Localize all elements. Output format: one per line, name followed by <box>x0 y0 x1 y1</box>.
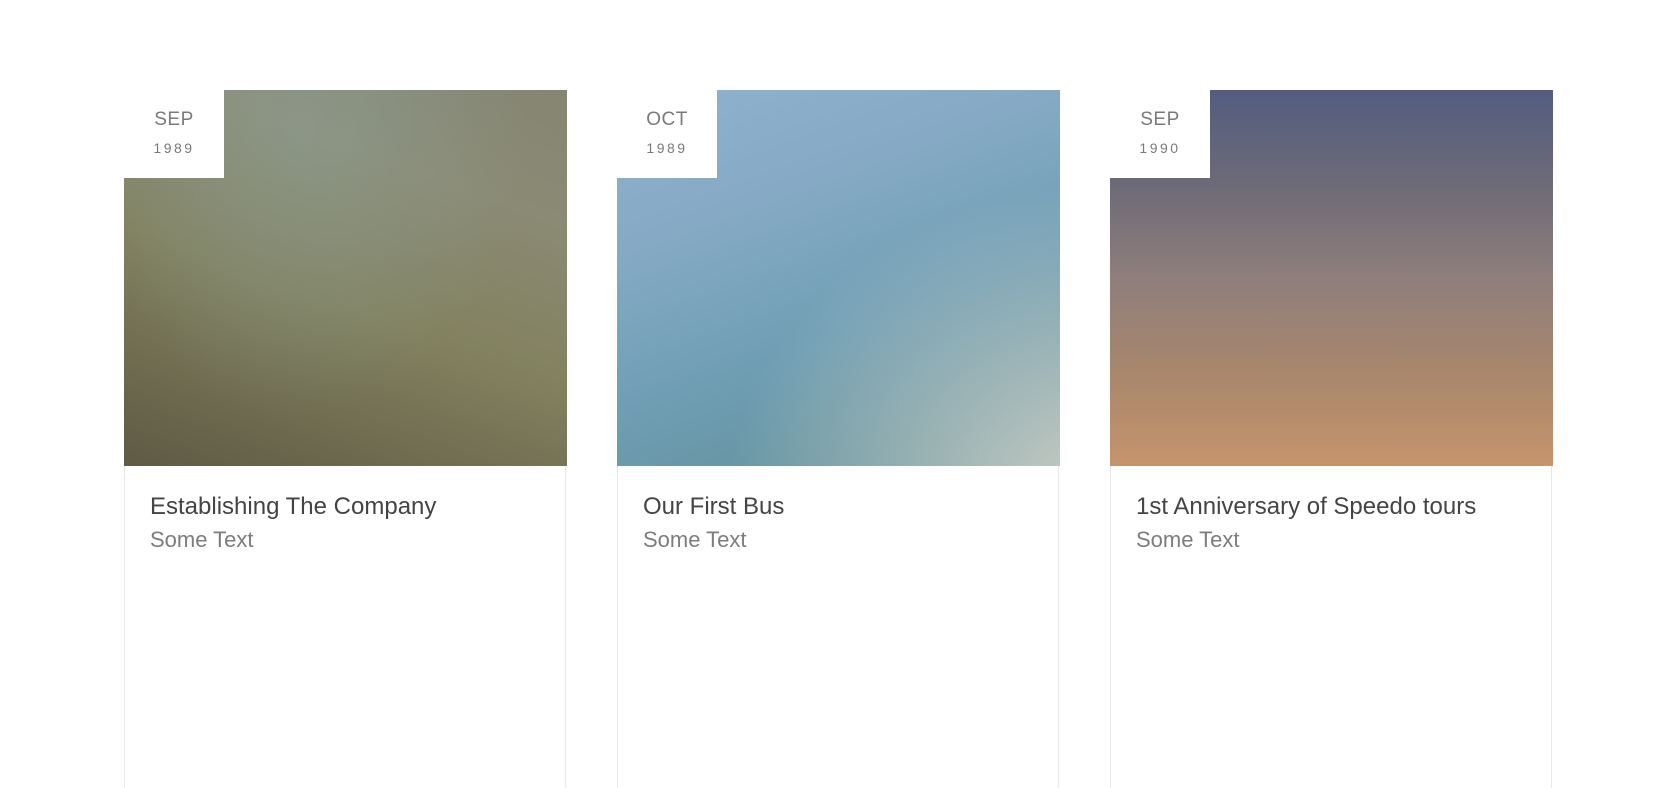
date-month: OCT <box>646 109 688 130</box>
date-year: 1989 <box>646 140 688 156</box>
card-text: Some Text <box>150 527 254 552</box>
card-body: 1st Anniversary of Speedo tours Some Tex… <box>1136 492 1531 554</box>
timeline-card[interactable]: SEP 1989 Establishing The Company Some T… <box>124 90 567 788</box>
date-month: SEP <box>1140 109 1180 130</box>
date-badge: SEP 1990 <box>1110 90 1210 178</box>
card-body: Establishing The Company Some Text <box>150 492 545 554</box>
date-badge: OCT 1989 <box>617 90 717 178</box>
card-body: Our First Bus Some Text <box>643 492 1038 554</box>
timeline-card[interactable]: SEP 1990 1st Anniversary of Speedo tours… <box>1110 90 1553 788</box>
card-title: Establishing The Company <box>150 493 437 520</box>
card-text: Some Text <box>1136 527 1240 552</box>
date-month: SEP <box>154 109 194 130</box>
timeline-card[interactable]: OCT 1989 Our First Bus Some Text <box>617 90 1060 788</box>
card-title: Our First Bus <box>643 493 785 520</box>
card-title: 1st Anniversary of Speedo tours <box>1136 493 1477 520</box>
date-badge: SEP 1989 <box>124 90 224 178</box>
card-text: Some Text <box>643 527 747 552</box>
date-year: 1989 <box>153 140 195 156</box>
date-year: 1990 <box>1139 140 1181 156</box>
timeline: SEP 1989 Establishing The Company Some T… <box>0 0 1672 788</box>
